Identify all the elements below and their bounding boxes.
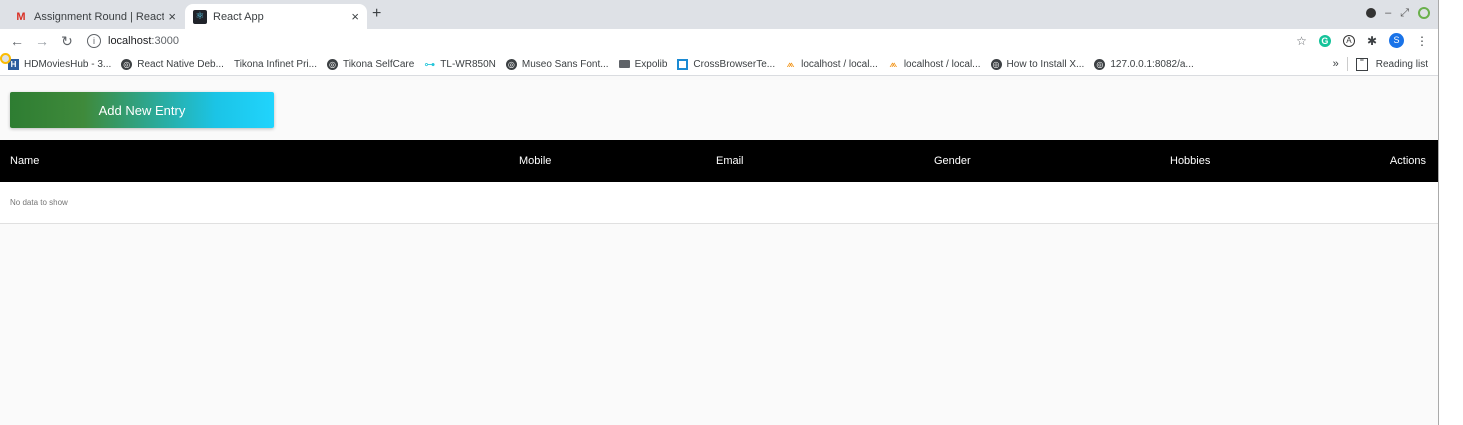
chrome-icon bbox=[0, 53, 11, 64]
toolbar-actions: ☆ G A ✱ S ⋮ bbox=[1296, 33, 1428, 48]
new-tab-button[interactable]: + bbox=[372, 5, 381, 23]
bookmarks-overflow-button[interactable]: » bbox=[1333, 58, 1339, 70]
globe-icon: ◎ bbox=[121, 58, 133, 70]
table-header-row: Name Mobile Email Gender Hobbies Actions bbox=[0, 140, 1438, 182]
globe-icon: ◎ bbox=[326, 58, 338, 70]
page-scrollbar[interactable] bbox=[1438, 0, 1463, 425]
bookmark-label: localhost / local... bbox=[903, 58, 981, 70]
phpmyadmin-icon: ⩕ bbox=[786, 58, 795, 70]
browser-toolbar: ← → ↻ i localhost:3000 ☆ G A ✱ S ⋮ bbox=[0, 29, 1438, 53]
folder-icon bbox=[618, 60, 630, 68]
profile-dot-icon[interactable] bbox=[1366, 8, 1377, 18]
divider bbox=[1346, 57, 1348, 71]
extension-a-icon[interactable]: A bbox=[1342, 34, 1355, 47]
menu-kebab-icon[interactable]: ⋮ bbox=[1416, 34, 1428, 48]
window-controls: – ⤢ bbox=[1366, 7, 1430, 19]
reload-icon[interactable]: ↻ bbox=[59, 33, 75, 50]
bookmark-item[interactable]: ⊶ TL-WR850N bbox=[424, 58, 496, 71]
tab-title: React App bbox=[213, 10, 264, 23]
bookmark-label: React Native Deb... bbox=[137, 58, 224, 70]
app-content: Add New Entry Name Mobile Email Gender H… bbox=[0, 80, 1438, 425]
tab-strip: M Assignment Round | Reactjs | × ⚛ React… bbox=[0, 0, 1438, 29]
address-port: :3000 bbox=[151, 35, 179, 47]
close-icon[interactable]: × bbox=[351, 9, 359, 24]
bookmark-item[interactable]: ◎ 127.0.0.1:8082/a... bbox=[1094, 58, 1194, 70]
bookmark-label: Expolib bbox=[634, 58, 668, 70]
tab-react-app[interactable]: ⚛ React App × bbox=[185, 4, 367, 29]
bookmark-item[interactable]: ◎ Museo Sans Font... bbox=[505, 58, 609, 70]
bookmarks-right: » ≡ Reading list bbox=[1333, 57, 1428, 71]
react-icon: ⚛ bbox=[193, 9, 207, 24]
bookmark-item[interactable]: ⩕ localhost / local... bbox=[785, 59, 878, 70]
close-icon[interactable]: × bbox=[168, 9, 176, 24]
bookmarks-bar: H HDMoviesHub - 3... ◎ React Native Deb...… bbox=[0, 53, 1438, 76]
add-new-entry-button[interactable]: Add New Entry bbox=[10, 92, 274, 128]
phpmyadmin-icon: ⩕ bbox=[889, 58, 898, 70]
maximize-icon[interactable]: ⤢ bbox=[1400, 7, 1409, 19]
bookmark-label: HDMoviesHub - 3... bbox=[24, 58, 112, 70]
bookmark-item[interactable]: ⩕ localhost / local... bbox=[888, 58, 981, 70]
bookmark-label: localhost / local... bbox=[801, 58, 878, 70]
tab-title: Assignment Round | Reactjs | bbox=[34, 10, 165, 23]
bookmark-item[interactable]: CrossBrowserTe... bbox=[677, 58, 776, 70]
bookmark-label: 127.0.0.1:8082/a... bbox=[1110, 58, 1194, 70]
column-header-email[interactable]: Email bbox=[716, 140, 934, 182]
globe-icon: ◎ bbox=[1094, 58, 1106, 70]
bookmark-star-icon[interactable]: ☆ bbox=[1296, 34, 1307, 48]
avatar[interactable]: S bbox=[1389, 33, 1404, 48]
empty-row: No data to show bbox=[0, 182, 1438, 223]
extensions-puzzle-icon[interactable]: ✱ bbox=[1367, 34, 1377, 48]
minimize-icon[interactable]: – bbox=[1385, 7, 1391, 19]
close-window-icon[interactable] bbox=[1418, 7, 1430, 19]
info-icon[interactable]: i bbox=[87, 34, 101, 48]
bookmark-item[interactable]: ◎ Tikona SelfCare bbox=[326, 58, 415, 70]
bookmark-item[interactable]: H HDMoviesHub - 3... bbox=[8, 58, 112, 70]
entries-table: Name Mobile Email Gender Hobbies Actions… bbox=[0, 140, 1438, 224]
address-host: localhost bbox=[108, 35, 152, 47]
bookmark-label: CrossBrowserTe... bbox=[693, 58, 776, 70]
browser-chrome: M Assignment Round | Reactjs | × ⚛ React… bbox=[0, 0, 1438, 76]
bookmark-label: Tikona Infinet Pri... bbox=[233, 58, 317, 70]
column-header-mobile[interactable]: Mobile bbox=[519, 140, 716, 182]
gmail-icon: M bbox=[16, 10, 26, 23]
column-header-name[interactable]: Name bbox=[0, 140, 519, 182]
tplink-icon: ⊶ bbox=[424, 58, 436, 71]
bookmark-item[interactable]: Tikona Infinet Pri... bbox=[0, 53, 317, 70]
reading-list-icon: ≡ bbox=[1355, 57, 1368, 71]
address-bar[interactable]: i localhost:3000 bbox=[87, 34, 179, 48]
tab-assignment[interactable]: M Assignment Round | Reactjs | × bbox=[6, 4, 184, 29]
bookmark-label: Tikona SelfCare bbox=[342, 58, 415, 70]
column-header-gender[interactable]: Gender bbox=[934, 140, 1170, 182]
grammarly-icon[interactable]: G bbox=[1318, 34, 1331, 47]
reading-list-button[interactable]: Reading list bbox=[1376, 59, 1428, 70]
empty-message: No data to show bbox=[10, 197, 68, 207]
globe-icon: ◎ bbox=[505, 58, 517, 70]
back-icon[interactable]: ← bbox=[9, 33, 25, 49]
bookmark-item[interactable]: ◎ React Native Deb... bbox=[121, 58, 224, 70]
bookmark-item[interactable]: Expolib bbox=[618, 58, 668, 70]
forward-icon[interactable]: → bbox=[34, 33, 50, 49]
bookmark-label: Museo Sans Font... bbox=[521, 58, 609, 70]
crossbrowser-icon bbox=[677, 58, 689, 70]
bookmark-label: How to Install X... bbox=[1006, 58, 1085, 70]
column-header-hobbies[interactable]: Hobbies bbox=[1170, 140, 1292, 182]
globe-icon: ◎ bbox=[990, 58, 1002, 70]
column-header-actions: Actions bbox=[1389, 155, 1426, 167]
bookmark-label: TL-WR850N bbox=[440, 58, 496, 70]
bookmark-item[interactable]: ◎ How to Install X... bbox=[990, 58, 1085, 70]
